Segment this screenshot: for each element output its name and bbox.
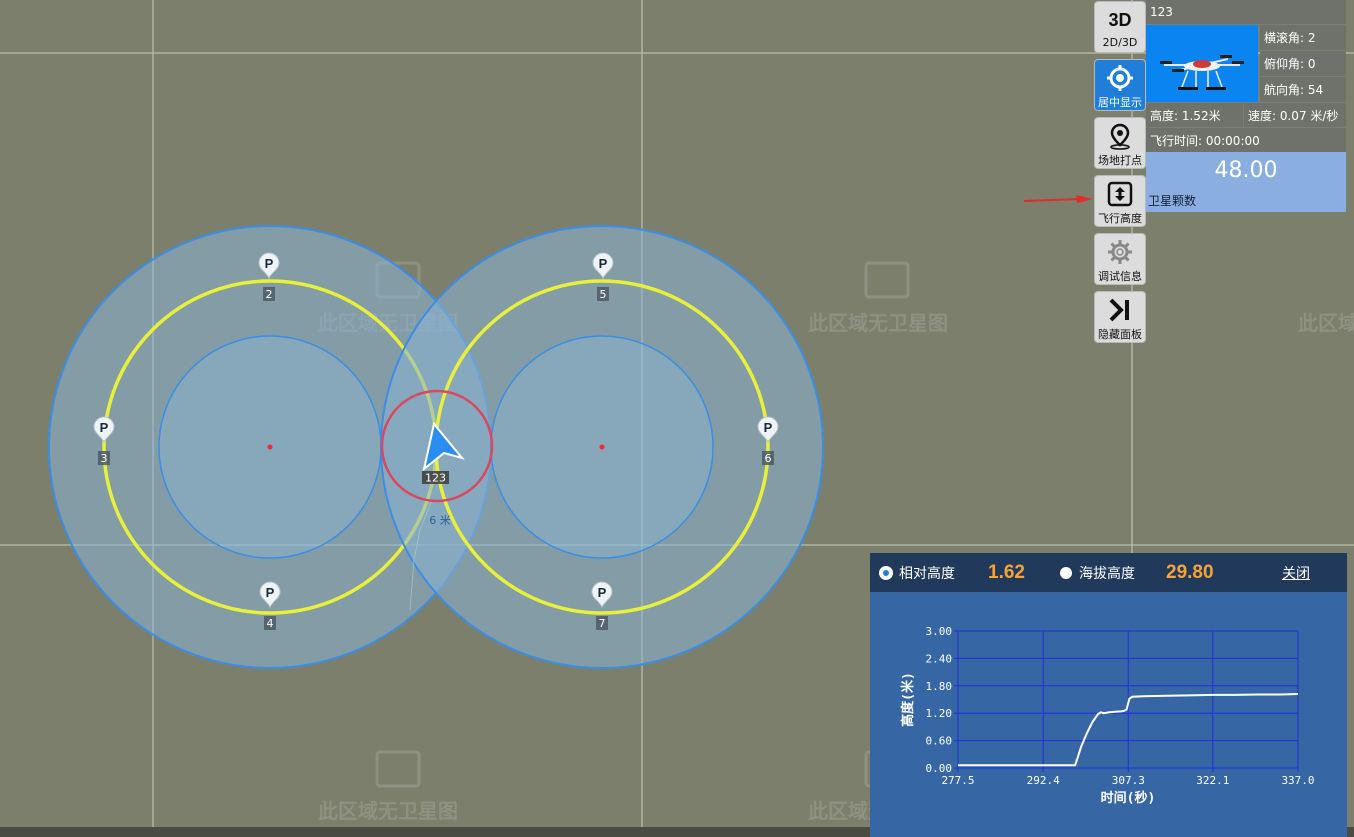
waypoint-number: 6 (765, 452, 772, 465)
site-mark-button[interactable]: 场地打点 (1094, 117, 1146, 169)
relative-height-option[interactable]: 相对高度 (880, 553, 955, 592)
relative-height-label: 相对高度 (899, 565, 955, 582)
waypoint-label: P (266, 585, 275, 600)
pitch-angle: 俯仰角: 0 (1260, 51, 1346, 76)
y-tick-label: 1.20 (926, 707, 953, 720)
x-tick-label: 337.0 (1281, 774, 1314, 787)
center-view-label: 居中显示 (1098, 96, 1142, 109)
x-tick-label: 307.3 (1112, 774, 1145, 787)
close-chart-wrap: 关闭 (1282, 553, 1310, 592)
x-tick-label: 322.1 (1196, 774, 1229, 787)
distance-label: 6 米 (429, 514, 451, 527)
waypoint-label: P (265, 256, 274, 271)
x-tick-label: 292.4 (1027, 774, 1060, 787)
watermark-text: 此区域无卫星图 (318, 799, 458, 823)
center-view-button[interactable]: 居中显示 (1094, 59, 1146, 111)
watermark-tile: 此区域无卫星图 (1298, 311, 1354, 335)
crosshair-icon (1105, 63, 1135, 93)
gear-icon (1105, 237, 1135, 267)
drone-info-panel: 123 横滚角: 2 俯仰角: 0 航向角: 54 高度: 1.52米 速度: … (1146, 0, 1346, 212)
y-tick-label: 3.00 (926, 625, 953, 638)
toggle-2d-3d-label: 2D/3D (1102, 36, 1138, 49)
height-readout: 高度: 1.52米 (1146, 103, 1243, 127)
waypoint-number: 3 (101, 452, 108, 465)
debug-info-button[interactable]: 调试信息 (1094, 233, 1146, 285)
close-chart-button[interactable]: 关闭 (1282, 563, 1310, 583)
collapse-right-icon (1105, 295, 1135, 325)
x-axis-label: 时间(秒) (1101, 790, 1156, 806)
altitude-label: 海拔高度 (1079, 565, 1135, 582)
roll-angle: 横滚角: 2 (1260, 25, 1346, 50)
flight-height-label: 飞行高度 (1098, 212, 1142, 225)
map-pin-icon (1105, 121, 1135, 151)
waypoint-label: P (764, 420, 773, 435)
yaw-angle: 航向角: 54 (1260, 77, 1346, 102)
flight-time: 飞行时间: 00:00:00 (1146, 128, 1346, 152)
altitude-option[interactable]: 海拔高度 (1060, 553, 1135, 592)
y-tick-label: 2.40 (926, 652, 953, 665)
speed-readout: 速度: 0.07 米/秒 (1244, 103, 1346, 127)
waypoint-label: P (598, 585, 607, 600)
y-tick-label: 0.60 (926, 735, 953, 748)
height-chart-panel: 相对高度 1.62 海拔高度 29.80 关闭 0.00 0.60 1.20 1.80… (870, 553, 1347, 837)
drone-id: 123 (1146, 0, 1346, 24)
watermark-text: 此区域无卫星图 (808, 311, 948, 335)
debug-info-label: 调试信息 (1098, 270, 1142, 283)
y-axis-label: 高度(米) (900, 672, 916, 727)
waypoint-number: 4 (267, 617, 274, 630)
watermark-text: 此区域无卫星图 (1298, 311, 1354, 335)
radio-selected-icon[interactable] (880, 566, 892, 579)
altitude-value: 29.80 (1166, 561, 1214, 583)
height-arrows-icon (1105, 179, 1135, 209)
satellite-count-value: 48.00 (1214, 158, 1278, 183)
radio-unselected-icon[interactable] (1060, 566, 1072, 579)
altitude-value-wrap: 29.80 (1166, 553, 1214, 592)
y-tick-label: 1.80 (926, 680, 953, 693)
flight-height-button[interactable]: 飞行高度 (1094, 175, 1146, 227)
hide-panel-button[interactable]: 隐藏面板 (1094, 291, 1146, 343)
3d-icon: 3D (1108, 9, 1132, 30)
hide-panel-label: 隐藏面板 (1098, 328, 1142, 341)
x-tick-label: 277.5 (941, 774, 974, 787)
drone-image-icon (1160, 55, 1244, 90)
satellite-count-label: 卫星颗数 (1148, 194, 1197, 208)
drone-photo (1146, 25, 1258, 102)
chart-grid (954, 630, 1299, 772)
waypoint-label: P (100, 420, 109, 435)
relative-height-value: 1.62 (988, 561, 1025, 583)
chart-header: 相对高度 1.62 海拔高度 29.80 关闭 (870, 553, 1347, 592)
site-mark-label: 场地打点 (1098, 154, 1142, 167)
toggle-2d-3d-button[interactable]: 3D 2D/3D (1094, 1, 1146, 53)
waypoint-label: P (599, 256, 608, 271)
waypoint-number: 5 (600, 288, 607, 301)
relative-height-value-wrap: 1.62 (988, 553, 1025, 592)
drone-label: 123 (425, 472, 446, 485)
waypoint-number: 7 (599, 617, 606, 630)
waypoint-number: 2 (266, 288, 273, 301)
satellite-count-box: 48.00 卫星颗数 (1146, 152, 1346, 212)
height-chart: 0.000.601.201.802.403.00277.5 292.4 307.3 3… (900, 625, 1315, 806)
